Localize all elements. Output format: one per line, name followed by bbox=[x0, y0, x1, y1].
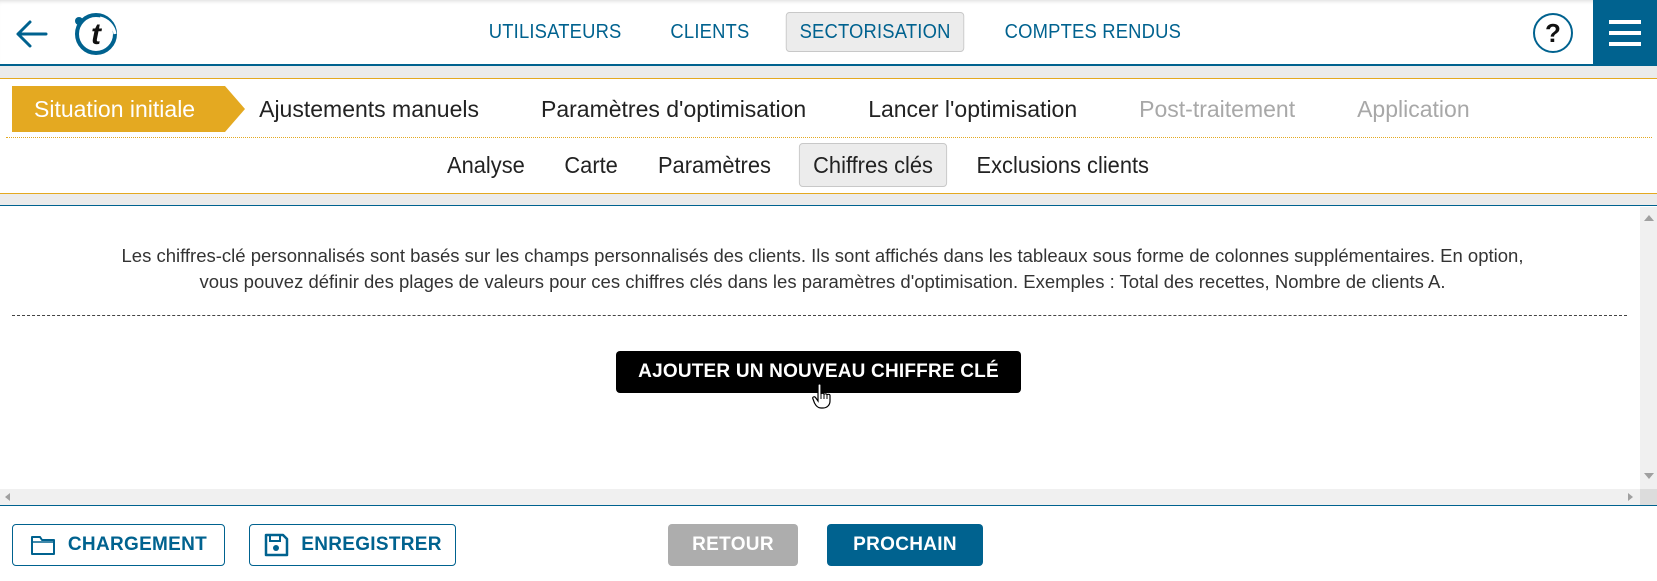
hamburger-icon-bar bbox=[1609, 31, 1641, 35]
subtab-chiffres-cles[interactable]: Chiffres clés bbox=[798, 143, 948, 187]
help-button[interactable]: ? bbox=[1533, 13, 1573, 53]
subtab-exclusions-clients[interactable]: Exclusions clients bbox=[962, 143, 1163, 187]
steps-divider bbox=[6, 137, 1652, 138]
description-line: vous pouvez définir des plages de valeur… bbox=[199, 271, 1446, 292]
back-arrow-icon[interactable] bbox=[12, 14, 52, 54]
back-button[interactable]: RETOUR bbox=[668, 524, 798, 566]
spacer-strip bbox=[0, 194, 1657, 206]
step-post-traitement: Post-traitement bbox=[1139, 95, 1296, 122]
scroll-up-arrow-icon[interactable] bbox=[1644, 215, 1654, 221]
scroll-right-arrow-icon[interactable] bbox=[1628, 493, 1633, 501]
scroll-down-arrow-icon[interactable] bbox=[1644, 473, 1654, 479]
step-lancer-optimisation[interactable]: Lancer l'optimisation bbox=[868, 96, 1077, 123]
nav-comptes-rendus[interactable]: COMPTES RENDUS bbox=[991, 12, 1195, 52]
hand-pointer-icon bbox=[812, 383, 831, 409]
step-parametres-optimisation[interactable]: Paramètres d'optimisation bbox=[541, 96, 806, 123]
save-button[interactable]: ENREGISTRER bbox=[249, 524, 456, 566]
description-line: Les chiffres-clé personnalisés sont basé… bbox=[121, 245, 1524, 266]
hamburger-icon-bar bbox=[1609, 20, 1641, 24]
vertical-scrollbar[interactable] bbox=[1640, 207, 1657, 489]
save-label: ENREGISTRER bbox=[301, 534, 442, 555]
folder-icon bbox=[30, 536, 55, 555]
content-panel: Les chiffres-clé personnalisés sont basé… bbox=[0, 207, 1640, 489]
spacer-strip bbox=[0, 66, 1657, 78]
subtab-analyse[interactable]: Analyse bbox=[433, 143, 539, 187]
app-logo: t bbox=[75, 13, 117, 55]
hamburger-menu-button[interactable] bbox=[1593, 0, 1657, 66]
wizard-steps-area: Situation initiale Ajustements manuels P… bbox=[0, 78, 1657, 194]
step-ajustements-manuels[interactable]: Ajustements manuels bbox=[259, 96, 479, 123]
dashed-divider bbox=[12, 315, 1627, 316]
scroll-left-arrow-icon[interactable] bbox=[5, 493, 10, 501]
hamburger-icon-bar bbox=[1609, 42, 1641, 46]
subtabs: Analyse Carte Paramètres Chiffres clés E… bbox=[430, 143, 1169, 187]
wizard-steps: Situation initiale Ajustements manuels P… bbox=[12, 86, 1652, 132]
top-header: t UTILISATEURS CLIENTS SECTORISATION COM… bbox=[0, 0, 1657, 66]
horizontal-scrollbar[interactable] bbox=[0, 489, 1640, 505]
step-application: Application bbox=[1357, 95, 1470, 122]
scrollbar-corner bbox=[1640, 489, 1657, 505]
subtab-carte[interactable]: Carte bbox=[550, 143, 632, 187]
nav-sectorisation[interactable]: SECTORISATION bbox=[785, 12, 965, 52]
nav-clients[interactable]: CLIENTS bbox=[657, 12, 764, 52]
help-icon: ? bbox=[1545, 17, 1561, 48]
next-button[interactable]: PROCHAIN bbox=[827, 524, 983, 566]
step-situation-initiale[interactable]: Situation initiale bbox=[12, 86, 246, 132]
subtab-parametres[interactable]: Paramètres bbox=[644, 143, 785, 187]
main-nav: UTILISATEURS CLIENTS SECTORISATION COMPT… bbox=[468, 12, 1204, 52]
description-text: Les chiffres-clé personnalisés sont basé… bbox=[20, 243, 1625, 295]
footer-bar: CHARGEMENT ENREGISTRER RETOUR PROCHAIN bbox=[0, 505, 1657, 581]
load-label: CHARGEMENT bbox=[67, 534, 208, 555]
nav-utilisateurs[interactable]: UTILISATEURS bbox=[475, 12, 635, 52]
floppy-disk-icon bbox=[264, 533, 289, 557]
load-button[interactable]: CHARGEMENT bbox=[12, 524, 225, 566]
